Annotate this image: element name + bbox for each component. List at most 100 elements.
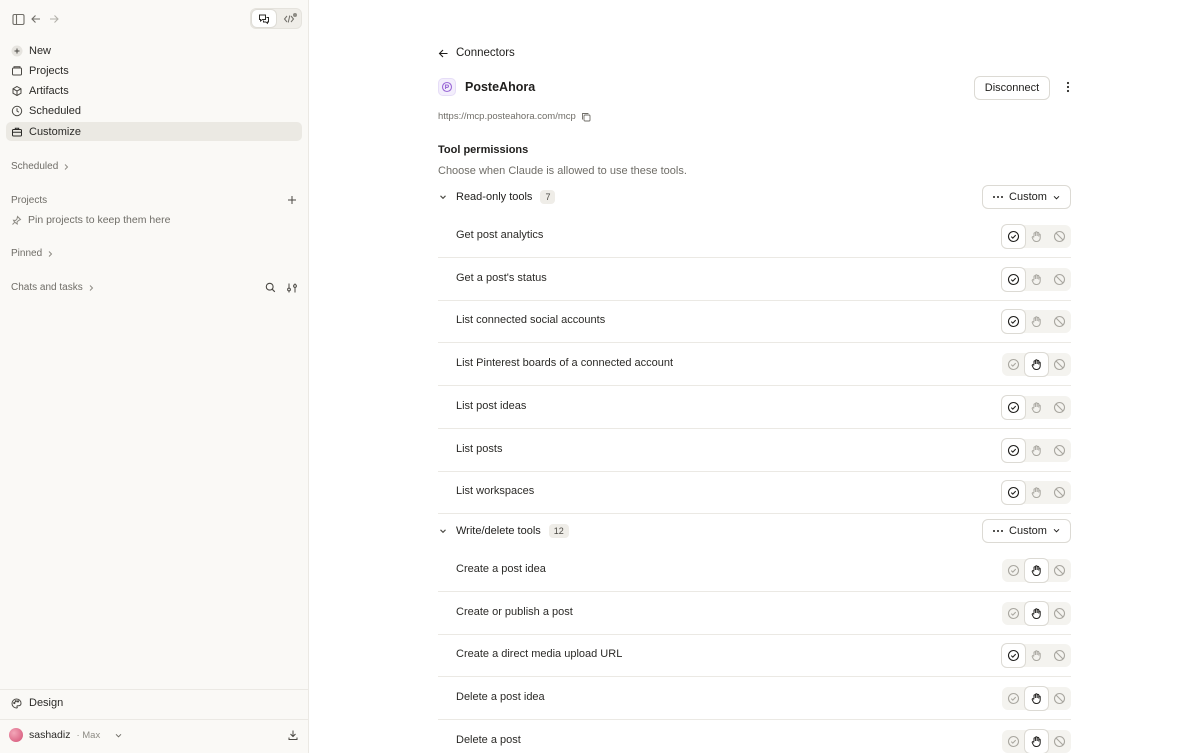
permission-selector — [1002, 310, 1071, 334]
tool-name: Get a post's status — [456, 271, 547, 284]
always-allow-icon[interactable] — [1002, 602, 1025, 625]
always-allow-icon[interactable] — [1002, 559, 1025, 582]
chat-mode-icon[interactable] — [252, 10, 276, 27]
disconnect-button[interactable]: Disconnect — [974, 76, 1050, 100]
tool-permissions-title: Tool permissions — [438, 144, 529, 156]
connector-header: PosteAhora — [438, 78, 535, 96]
back-arrow-icon[interactable] — [28, 11, 44, 27]
main-content: Connectors PosteAhora Disconnect https:/… — [310, 0, 1200, 753]
forward-arrow-icon[interactable] — [46, 11, 62, 27]
block-icon[interactable] — [1048, 687, 1071, 710]
more-options-icon[interactable] — [1062, 80, 1074, 97]
block-icon[interactable] — [1048, 353, 1071, 376]
code-mode-icon[interactable] — [277, 10, 301, 27]
block-icon[interactable] — [1048, 481, 1071, 504]
tool-name: Delete a post — [456, 733, 521, 746]
permission-mode-label: Custom — [1009, 191, 1047, 203]
block-icon[interactable] — [1048, 310, 1071, 333]
connector-logo-icon — [438, 78, 456, 96]
always-allow-icon[interactable] — [1002, 438, 1025, 462]
back-to-connectors-link[interactable]: Connectors — [438, 47, 515, 59]
tool-name: Delete a post idea — [456, 691, 545, 703]
permission-selector — [1002, 729, 1071, 753]
design-link[interactable]: Design — [11, 697, 63, 709]
add-project-icon[interactable] — [287, 195, 297, 208]
always-allow-icon[interactable] — [1002, 310, 1025, 334]
always-allow-icon[interactable] — [1002, 353, 1025, 376]
always-allow-icon[interactable] — [1002, 225, 1025, 248]
needs-approval-icon[interactable] — [1025, 687, 1048, 710]
palette-icon — [11, 697, 22, 709]
block-icon[interactable] — [1048, 602, 1071, 625]
always-allow-icon[interactable] — [1002, 267, 1025, 291]
needs-approval-icon[interactable] — [1025, 268, 1048, 291]
chats-section-header[interactable]: Chats and tasks — [11, 282, 95, 293]
connector-name: PosteAhora — [465, 80, 536, 94]
chevron-down-icon[interactable] — [438, 192, 452, 202]
pin-projects-hint: Pin projects to keep them here — [11, 214, 170, 226]
clock-icon — [11, 105, 23, 116]
needs-approval-icon[interactable] — [1025, 481, 1048, 504]
nav-scheduled[interactable]: Scheduled — [6, 101, 302, 120]
block-icon[interactable] — [1048, 396, 1071, 419]
needs-approval-icon[interactable] — [1025, 439, 1048, 462]
back-link-label: Connectors — [456, 47, 515, 59]
always-allow-icon[interactable] — [1002, 687, 1025, 710]
tool-name: List post ideas — [456, 399, 527, 412]
sidebar-divider — [0, 689, 309, 690]
tool-group-header[interactable]: Write/delete tools 12 Custom — [438, 518, 1071, 543]
always-allow-icon[interactable] — [1002, 395, 1025, 419]
needs-approval-icon[interactable] — [1025, 225, 1048, 248]
needs-approval-icon[interactable] — [1025, 353, 1048, 377]
nav-projects[interactable]: Projects — [6, 61, 302, 80]
search-icon[interactable] — [265, 282, 276, 296]
needs-approval-icon[interactable] — [1025, 644, 1048, 667]
block-icon[interactable] — [1048, 730, 1071, 753]
permission-mode-dropdown[interactable]: Custom — [982, 185, 1071, 209]
dots-icon — [993, 196, 1004, 198]
sidebar-top-bar — [10, 8, 302, 30]
nav-customize[interactable]: Customize — [6, 122, 302, 141]
block-icon[interactable] — [1048, 439, 1071, 462]
scheduled-section-label: Scheduled — [11, 161, 59, 172]
pinned-section-header[interactable]: Pinned — [11, 248, 54, 259]
tool-row: List connected social accounts — [438, 300, 1071, 344]
sidebar: New Projects Artifacts Scheduled Customi… — [0, 0, 309, 753]
user-plan: · Max — [76, 729, 101, 741]
scheduled-section-header[interactable]: Scheduled — [11, 161, 70, 172]
block-icon[interactable] — [1048, 225, 1071, 248]
tool-row: Get post analytics — [438, 215, 1071, 258]
filter-icon[interactable] — [286, 282, 298, 297]
always-allow-icon[interactable] — [1002, 481, 1025, 505]
needs-approval-icon[interactable] — [1025, 601, 1048, 625]
nav-artifacts[interactable]: Artifacts — [6, 81, 302, 100]
always-allow-icon[interactable] — [1002, 730, 1025, 753]
user-menu[interactable]: sashadiz · Max — [9, 728, 123, 742]
nav-new[interactable]: New — [6, 41, 302, 60]
tool-row: Delete a post — [438, 720, 1071, 753]
tool-group-header[interactable]: Read-only tools 7 Custom — [438, 185, 1071, 209]
avatar — [9, 728, 23, 742]
block-icon[interactable] — [1048, 268, 1071, 291]
permission-selector — [1002, 225, 1071, 248]
needs-approval-icon[interactable] — [1025, 729, 1048, 753]
chevron-down-icon[interactable] — [438, 526, 452, 536]
mode-toggle — [250, 8, 302, 29]
tool-name: List connected social accounts — [456, 314, 606, 327]
copy-icon[interactable] — [581, 112, 591, 122]
needs-approval-icon[interactable] — [1025, 558, 1048, 582]
permission-selector — [1002, 395, 1071, 419]
tool-row: Create or publish a post — [438, 592, 1071, 635]
nav-projects-label: Projects — [29, 64, 69, 77]
block-icon[interactable] — [1048, 644, 1071, 667]
download-icon[interactable] — [287, 729, 299, 744]
chevron-right-icon — [89, 284, 93, 291]
always-allow-icon[interactable] — [1002, 644, 1025, 668]
permission-mode-label: Custom — [1009, 524, 1047, 537]
needs-approval-icon[interactable] — [1025, 310, 1048, 333]
block-icon[interactable] — [1048, 559, 1071, 582]
permission-mode-dropdown[interactable]: Custom — [982, 518, 1071, 543]
needs-approval-icon[interactable] — [1025, 396, 1048, 419]
chevron-down-icon — [1053, 529, 1060, 533]
sidebar-toggle-icon[interactable] — [10, 11, 26, 27]
